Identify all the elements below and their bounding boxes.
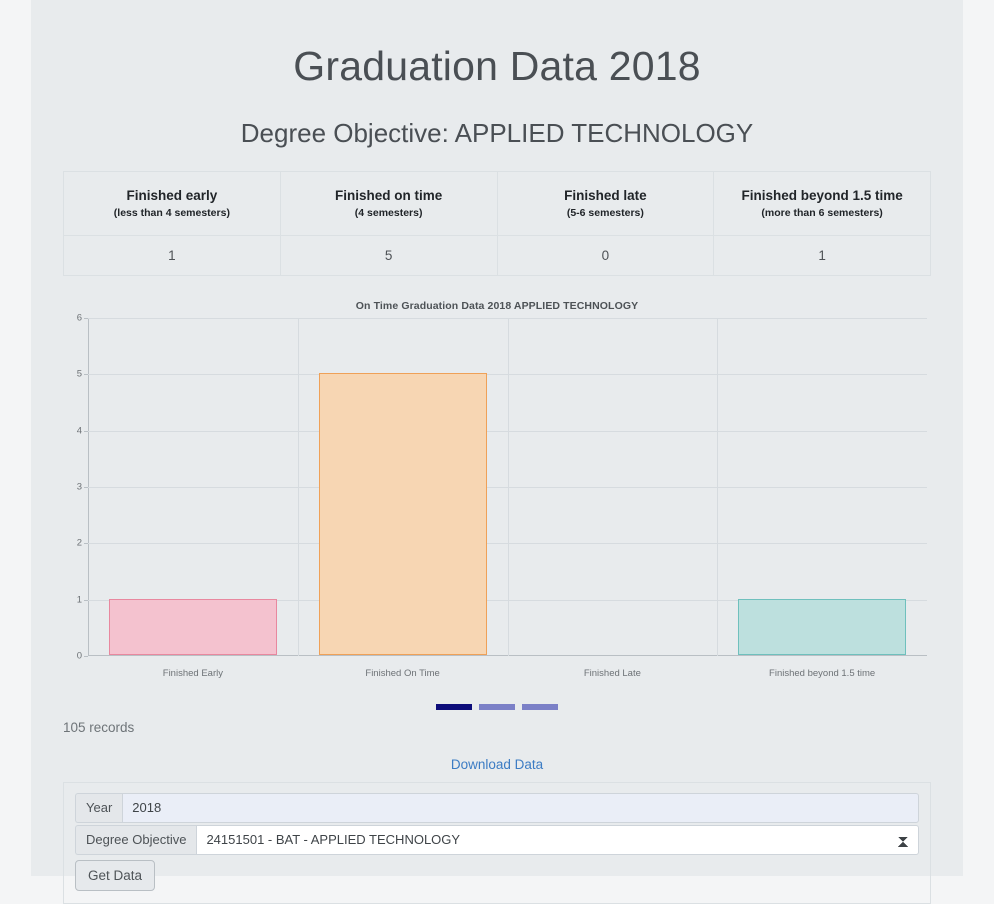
summary-header-sub: (4 semesters) [354,206,423,219]
x-axis-tick-label: Finished beyond 1.5 time [769,667,876,679]
chart-bar[interactable] [108,598,277,655]
y-axis-tick-label: 1 [76,594,82,605]
download-row: Download Data [31,757,963,772]
summary-header-sub: (less than 4 semesters) [113,206,230,219]
summary-header-title: Finished beyond 1.5 time [741,187,903,203]
download-data-link[interactable]: Download Data [451,757,543,772]
y-axis-tick-label: 0 [76,650,82,662]
summary-header-title: Finished late [564,187,647,203]
summary-value-finished-on-time: 5 [279,234,498,276]
y-axis-tick-mark [84,374,88,376]
y-axis-tick-label: 2 [76,537,82,549]
summary-table-header-row: Finished early (less than 4 semesters) F… [63,170,931,236]
query-form-panel: Year Degree Objective 24151501 - BAT - A… [63,781,931,904]
bar-chart: On Time Graduation Data 2018 APPLIED TEC… [63,291,931,712]
summary-header-sub: (more than 6 semesters) [761,206,883,219]
get-data-button[interactable]: Get Data [75,859,156,891]
carousel-indicator-1[interactable] [436,703,472,710]
summary-header-sub: (5-6 semesters) [566,206,644,219]
y-axis-tick-mark [84,317,88,319]
page-title: Graduation Data 2018 [293,43,701,90]
y-axis-tick-mark [84,599,88,601]
page-card: Graduation Data 2018 Degree Objective: A… [31,0,963,904]
y-axis-tick-label: 6 [76,312,82,324]
chart-plot-area: 0 1 2 3 4 5 6 Finished Early Finished On Time Fi… [77,312,927,679]
summary-value-finished-late: 0 [496,234,715,276]
year-input[interactable] [122,792,919,823]
summary-table-container: Finished early (less than 4 semesters) F… [31,170,963,276]
chart-plot: 0 1 2 3 4 5 6 Finished Early Finished On Time Fi… [77,312,927,694]
degree-objective-input-group: Degree Objective 24151501 - BAT - APPLIE… [75,824,919,855]
y-axis-tick-label: 3 [76,481,82,493]
records-count: 105 records [63,719,135,735]
gridline-vertical [507,317,509,656]
y-axis-tick-mark [84,486,88,488]
summary-table: Finished early (less than 4 semesters) F… [63,170,931,276]
year-label: Year [75,792,123,823]
chart-bar[interactable] [738,598,907,655]
y-axis-tick-label: 5 [76,368,82,380]
carousel-indicator-3[interactable] [522,703,558,710]
y-axis-tick-label: 4 [76,425,82,436]
y-axis-tick-mark [84,655,88,657]
gridline-vertical [297,317,299,656]
y-axis-tick-mark [84,430,88,432]
carousel-indicators[interactable] [63,703,931,710]
summary-header-title: Finished early [126,187,218,203]
summary-header-title: Finished on time [334,187,443,203]
summary-header-finished-on-time: Finished on time (4 semesters) [279,170,498,236]
summary-header-finished-late: Finished late (5-6 semesters) [496,170,715,236]
table-row: 1 5 0 1 [63,234,931,276]
summary-header-finished-early: Finished early (less than 4 semesters) [63,170,281,236]
chart-title: On Time Graduation Data 2018 APPLIED TEC… [355,299,639,312]
page-subtitle: Degree Objective: APPLIED TECHNOLOGY [240,118,754,149]
x-axis-tick-label: Finished Late [583,667,641,679]
x-axis-tick-label: Finished On Time [365,667,440,679]
year-input-group: Year [75,792,919,823]
degree-objective-label: Degree Objective [75,824,197,855]
carousel-indicator-2[interactable] [479,703,515,710]
degree-objective-select[interactable]: 24151501 - BAT - APPLIED TECHNOLOGY [196,824,919,855]
y-axis-tick-mark [84,543,88,545]
summary-header-finished-beyond: Finished beyond 1.5 time (more than 6 se… [713,170,931,236]
summary-value-finished-beyond: 1 [713,234,931,276]
x-axis-tick-label: Finished Early [162,667,223,679]
summary-value-finished-early: 1 [63,234,281,276]
chart-container: On Time Graduation Data 2018 APPLIED TEC… [31,291,963,712]
chart-bar[interactable] [318,373,487,655]
gridline-vertical [717,317,719,656]
